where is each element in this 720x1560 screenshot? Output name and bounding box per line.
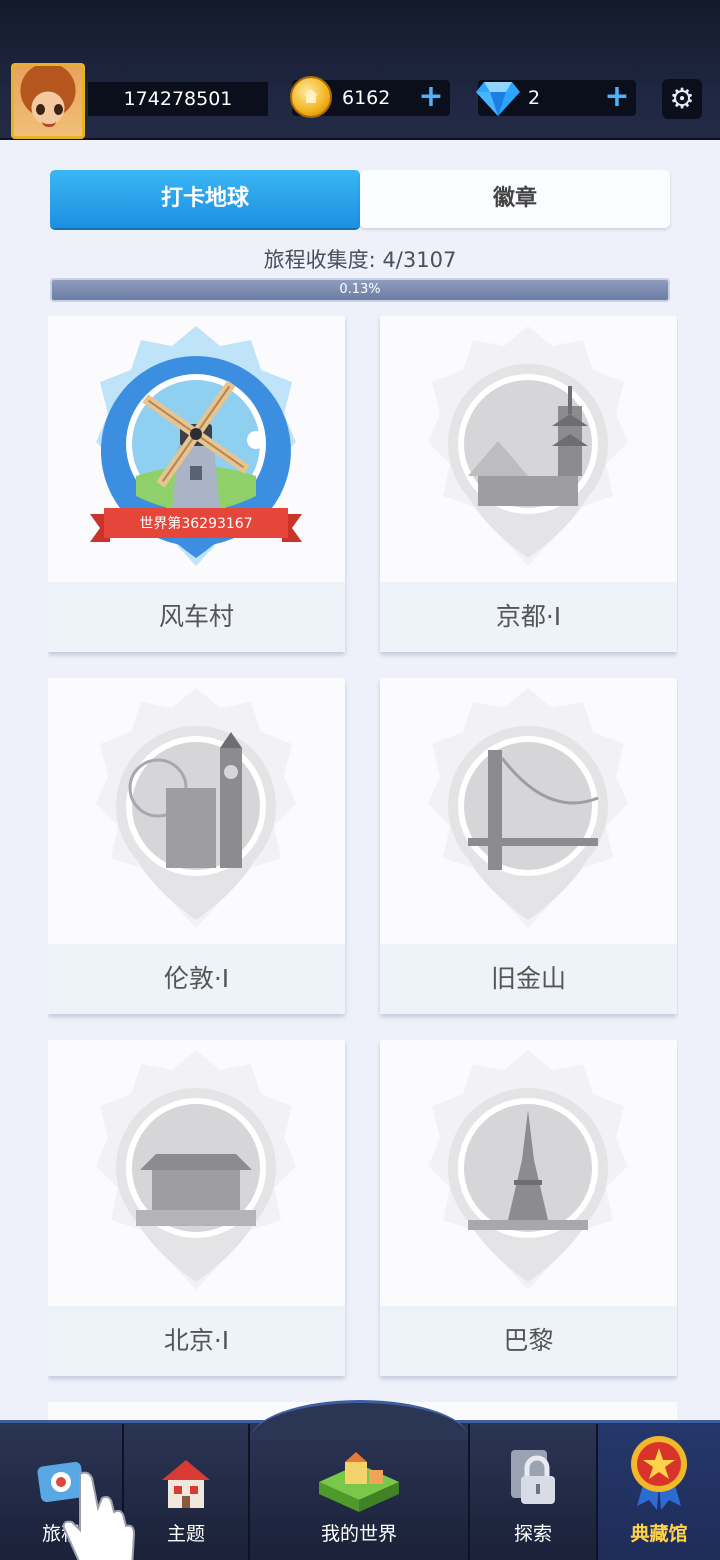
collection-tabs: 打卡地球 徽章 [50,170,670,228]
tab-badges[interactable]: 徽章 [360,170,670,228]
badge-grid: 世界第36293167 风车村 京都·I 伦敦·I 旧金山 北京·I 巴黎 [48,316,678,1420]
hand-pointer-icon [62,1471,136,1560]
nav-label: 我的世界 [320,1523,397,1545]
badge-card-windmill[interactable]: 世界第36293167 风车村 [48,316,345,652]
lock-icon [511,1450,555,1504]
gem-value: 2 [528,87,541,109]
badge-card-paris[interactable]: 巴黎 [380,1040,677,1376]
nav-my-world[interactable]: 我的世界 [250,1424,470,1560]
theme-house-icon [162,1460,210,1508]
settings-button[interactable]: ⚙ [662,79,702,119]
coin-counter: 6162 + [290,76,450,118]
card-name: 伦敦·I [48,944,345,1014]
coin-value: 6162 [342,87,391,109]
avatar-mouth [42,121,56,127]
badge-card-kyoto[interactable]: 京都·I [380,316,677,652]
coin-icon [290,76,332,118]
avatar-eye [54,104,63,115]
gear-icon: ⚙ [669,82,695,115]
card-name: 巴黎 [380,1306,677,1376]
gem-counter: 2 + [476,80,636,116]
medal-icon [631,1436,687,1510]
avatar[interactable] [11,63,85,139]
badge-card-san-francisco[interactable]: 旧金山 [380,678,677,1014]
paris-badge-icon [428,1050,628,1300]
top-bar: 174278501 6162 + 2 + ⚙ [0,0,720,140]
collection-progress-bar: 0.13% [50,278,670,302]
nav-label: 典藏馆 [630,1523,688,1545]
world-rank-text: 世界第36293167 [139,516,253,532]
card-name: 旧金山 [380,944,677,1014]
nav-collection[interactable]: 典藏馆 [598,1424,720,1560]
add-gems-button[interactable]: + [602,82,632,113]
card-name: 风车村 [48,582,345,652]
add-coins-button[interactable]: + [416,82,446,113]
card-name: 北京·I [48,1306,345,1376]
nav-explore[interactable]: 探索 [470,1424,598,1560]
london-badge-icon [96,688,296,938]
san-francisco-badge-icon [428,688,628,938]
avatar-eye [36,104,45,115]
badge-card-london[interactable]: 伦敦·I [48,678,345,1014]
badge-card-beijing[interactable]: 北京·I [48,1040,345,1376]
kyoto-badge-icon [428,326,628,576]
collection-progress-label: 旅程收集度: 4/3107 [263,248,457,272]
progress-percent: 0.13% [339,282,381,297]
my-world-icon [319,1452,399,1512]
user-id: 174278501 [88,82,268,116]
nav-label: 探索 [513,1523,552,1545]
tab-checkin-earth[interactable]: 打卡地球 [50,170,360,228]
beijing-badge-icon [96,1050,296,1300]
card-name: 京都·I [380,582,677,652]
diamond-icon [476,82,520,116]
